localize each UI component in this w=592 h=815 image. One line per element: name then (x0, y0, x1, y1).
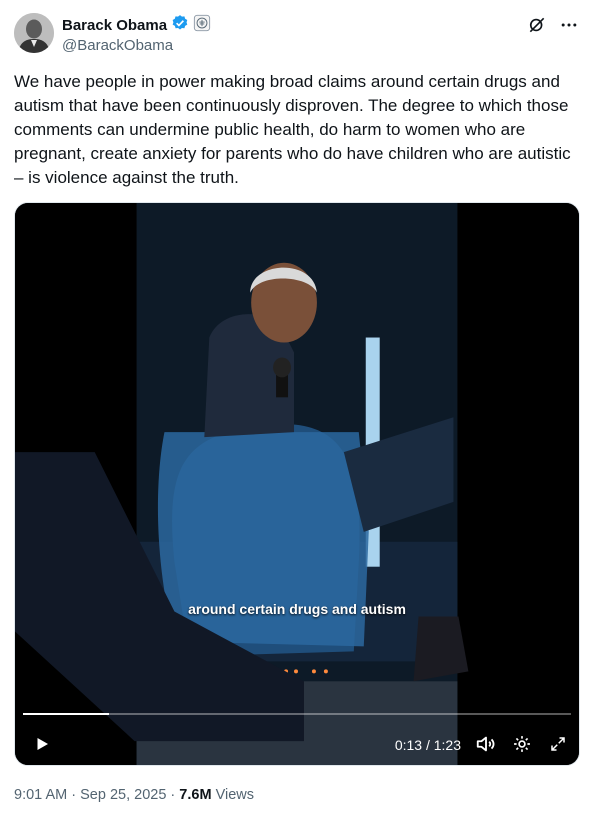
video-progress-bar[interactable] (23, 713, 571, 715)
video-controls: 0:13 / 1:23 (23, 729, 571, 759)
video-progress-fill (23, 713, 110, 715)
grok-icon[interactable] (526, 14, 548, 36)
tweet-meta: 9:01 AM · Sep 25, 2025 · 7.6M Views (14, 787, 254, 803)
views-label: Views (215, 787, 254, 803)
meta-separator: · (170, 787, 176, 803)
views-count: 7.6M (179, 787, 212, 803)
tweet-text: We have people in power making broad cla… (14, 72, 576, 187)
video-caption: around certain drugs and autism (188, 601, 406, 617)
video-player[interactable]: around certain drugs and autism 0:13 / 1… (14, 202, 580, 766)
tweet-header: Barack Obama @BarackObama (14, 12, 580, 56)
tweet-time[interactable]: 9:01 AM (14, 787, 67, 803)
author-names: Barack Obama @BarackObama (62, 14, 211, 54)
more-icon[interactable] (558, 14, 580, 36)
video-time: 0:13 / 1:23 (394, 737, 461, 753)
volume-icon[interactable] (473, 731, 499, 757)
play-icon[interactable] (29, 731, 55, 757)
fullscreen-icon[interactable] (545, 731, 571, 757)
meta-separator: · (71, 787, 77, 803)
settings-icon[interactable] (509, 731, 535, 757)
avatar[interactable] (14, 13, 54, 53)
video-frame (15, 203, 579, 765)
display-name[interactable]: Barack Obama (62, 17, 167, 34)
verified-badge-icon (171, 14, 189, 37)
tweet-date[interactable]: Sep 25, 2025 (80, 787, 166, 803)
handle[interactable]: @BarackObama (62, 37, 211, 54)
government-seal-icon (193, 14, 211, 37)
